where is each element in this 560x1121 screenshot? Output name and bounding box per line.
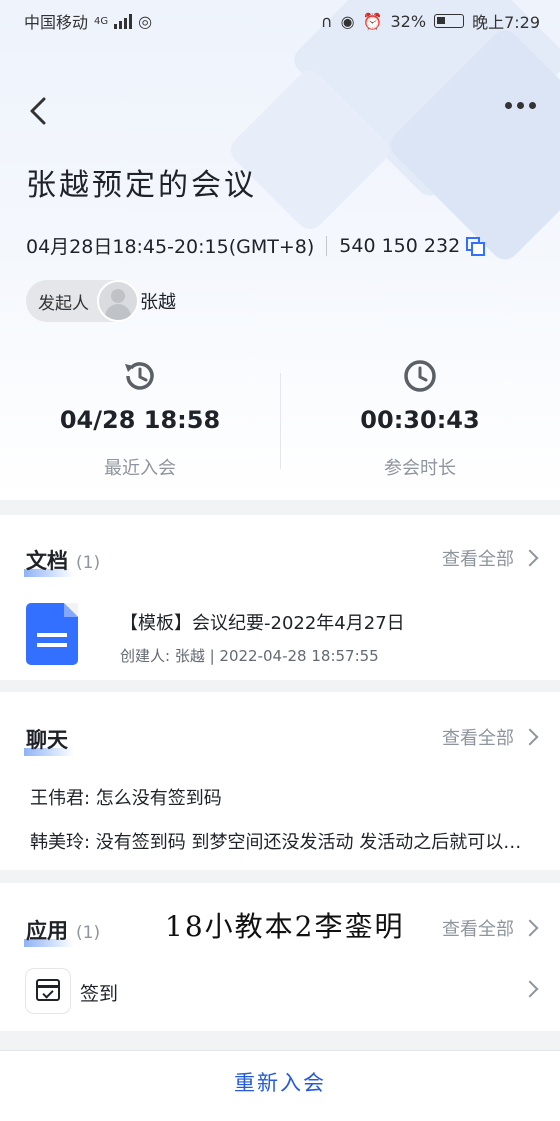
chat-title: 聊天	[24, 724, 74, 756]
documents-title: 文档 (1)	[24, 545, 101, 577]
app-signin-open[interactable]	[521, 980, 539, 998]
meeting-time: 04月28日18:45-20:15(GMT+8)	[26, 236, 315, 258]
meeting-id: 540 150 232	[339, 234, 461, 257]
meeting-title: 张越预定的会议	[26, 168, 257, 203]
host-label: 发起人	[38, 293, 89, 314]
document-meta: 创建人: 张越 | 2022-04-28 18:57:55	[120, 647, 379, 665]
eye-icon: ◉	[340, 11, 355, 31]
clock-icon	[404, 360, 436, 392]
chat-message[interactable]: 王伟君: 怎么没有签到码	[30, 784, 530, 810]
divider	[326, 235, 328, 256]
documents-view-all[interactable]: 查看全部	[442, 545, 539, 571]
chat-card: 聊天 查看全部 王伟君: 怎么没有签到码 韩美玲: 没有签到码 到梦空间还没发活…	[0, 692, 560, 870]
network-label: 4G	[94, 15, 109, 27]
last-join-value: 04/28 18:58	[59, 406, 221, 434]
clock-time: 晚上7:29	[472, 13, 540, 32]
copy-icon[interactable]	[466, 236, 486, 256]
avatar	[97, 280, 139, 322]
last-join-label: 最近入会	[104, 458, 176, 479]
app-signin-label[interactable]: 签到	[80, 979, 118, 1006]
stat-duration: 00:30:43 参会时长	[280, 358, 560, 480]
battery-percent: 32%	[390, 11, 427, 31]
chat-view-all[interactable]: 查看全部	[442, 724, 539, 750]
rejoin-button[interactable]: 重新入会	[0, 1067, 560, 1097]
duration-value: 00:30:43	[360, 406, 480, 434]
documents-card: 文档 (1) 查看全部 【模板】会议纪要-2022年4月27日 创建人: 张越 |…	[0, 515, 560, 680]
apps-title: 应用 (1)	[24, 915, 101, 947]
carrier-label: 中国移动	[24, 13, 89, 32]
history-clock-icon	[125, 362, 154, 390]
host-name: 张越	[140, 292, 176, 313]
host-chip[interactable]: 发起人	[26, 280, 139, 322]
back-arrow-icon[interactable]	[24, 94, 58, 128]
stat-last-join: 04/28 18:58 最近入会	[0, 358, 280, 480]
handwritten-note: 18小教本2李銮明	[165, 910, 405, 943]
document-name[interactable]: 【模板】会议纪要-2022年4月27日	[120, 609, 405, 635]
battery-icon	[434, 14, 465, 28]
bottom-bar: 重新入会	[0, 1050, 560, 1121]
apps-count: (1)	[76, 923, 101, 943]
more-options-icon[interactable]	[505, 102, 536, 109]
chevron-right-icon	[521, 980, 539, 998]
wifi-icon: ◎	[138, 11, 153, 31]
meeting-meta: 04月28日18:45-20:15(GMT+8) 540 150 232	[26, 232, 486, 259]
status-bar: 中国移动 4G ◎ ∩ ◉ ⏰ 32% 晚上7:29	[0, 0, 560, 40]
chat-message[interactable]: 韩美玲: 没有签到码 到梦空间还没发活动 发活动之后就可以签到了	[30, 828, 530, 854]
chevron-right-icon	[521, 919, 539, 937]
signal-icon	[114, 13, 133, 29]
duration-label: 参会时长	[384, 458, 456, 479]
chevron-right-icon	[521, 549, 539, 567]
apps-view-all[interactable]: 查看全部	[442, 915, 539, 941]
calendar-check-icon[interactable]	[26, 969, 70, 1013]
doc-icon[interactable]	[26, 603, 78, 665]
documents-count: (1)	[76, 553, 101, 573]
chevron-right-icon	[521, 728, 539, 746]
alarm-icon: ⏰	[362, 11, 383, 31]
apps-card: 应用 (1) 18小教本2李銮明 查看全部 签到	[0, 883, 560, 1031]
headphones-icon: ∩	[320, 11, 333, 31]
meeting-stats: 04/28 18:58 最近入会 00:30:43 参会时长	[0, 340, 560, 500]
